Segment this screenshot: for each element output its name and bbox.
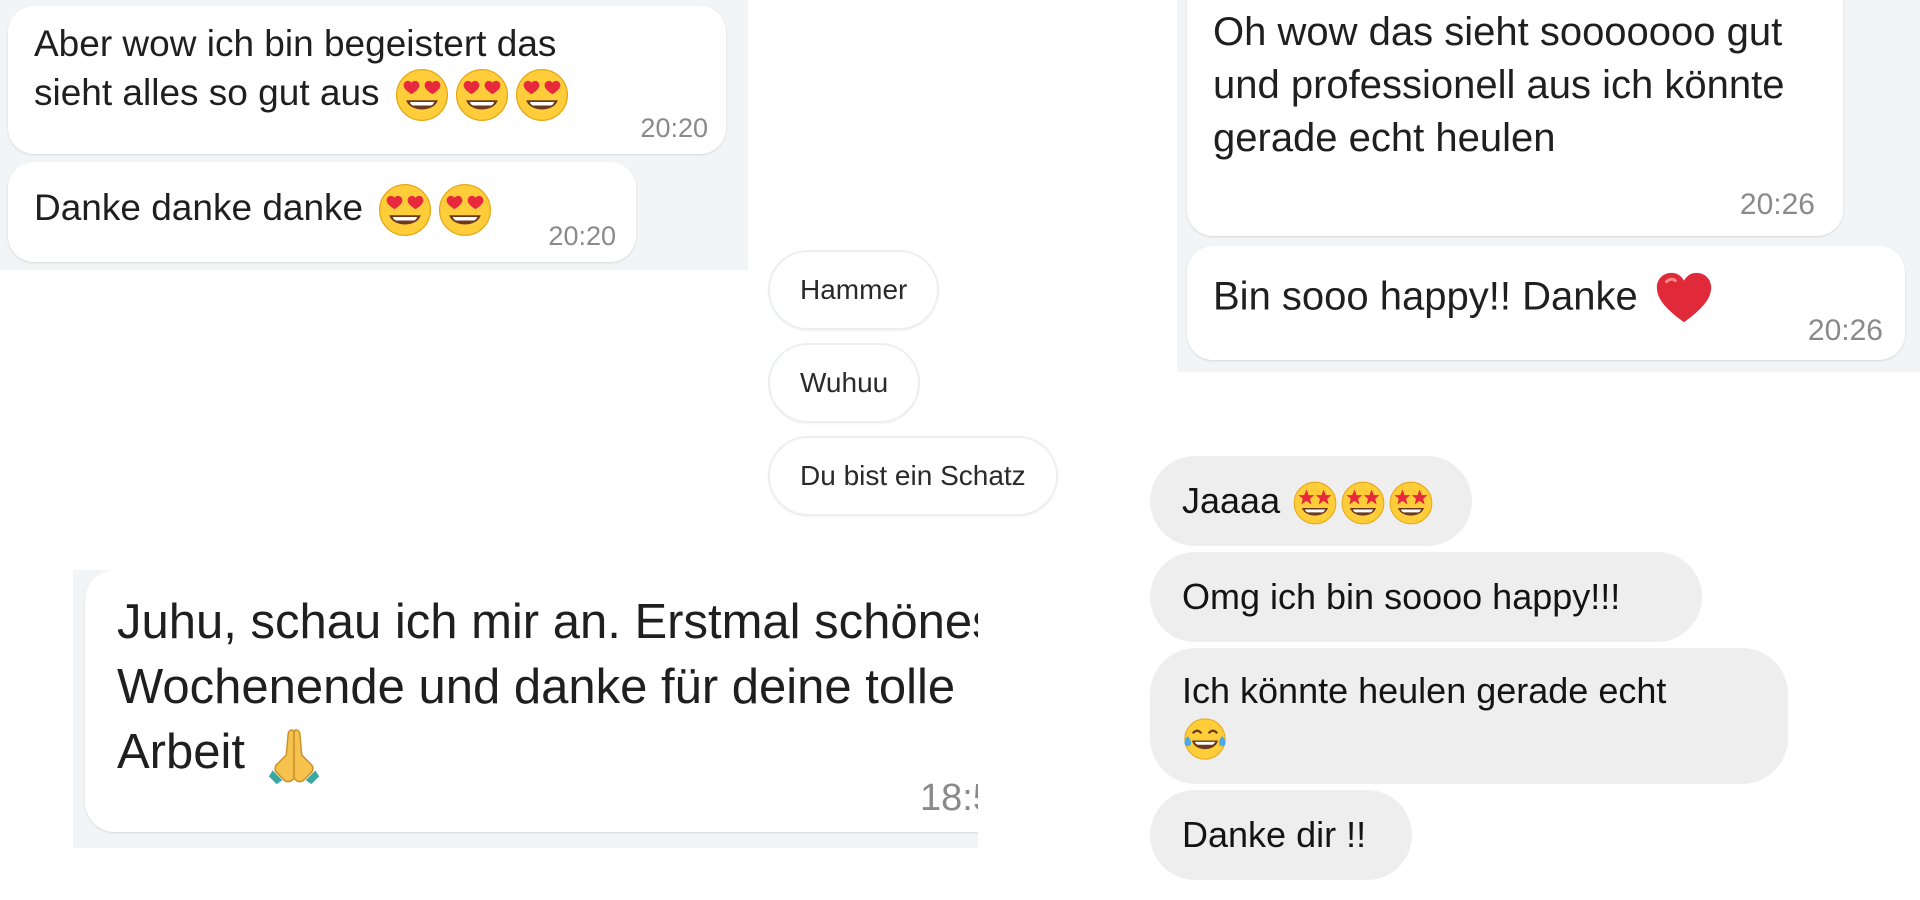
folded-hands-icon xyxy=(263,724,325,786)
quick-reply-du-bist-ein-schatz[interactable]: Du bist ein Schatz xyxy=(768,436,1058,516)
star-struck-icon xyxy=(1292,480,1338,526)
quick-reply-hammer[interactable]: Hammer xyxy=(768,250,940,330)
message-text-with-emoji: Bin sooo happy!! Danke xyxy=(1213,268,1879,330)
message-bubble: Danke danke danke 20:20 xyxy=(8,162,636,262)
message-bubble: Omg ich bin soooo happy!!! xyxy=(1150,552,1702,642)
heart-eyes-icon xyxy=(377,182,433,238)
message-text: Danke dir !! xyxy=(1182,814,1367,855)
heart-eyes-icon xyxy=(394,67,450,123)
message-bubble: Juhu, schau ich mir an. Erstmal schönes … xyxy=(85,570,978,832)
message-text: Omg ich bin soooo happy!!! xyxy=(1182,576,1621,617)
message-text: Oh wow das sieht sooooooo gut und profes… xyxy=(1213,10,1785,160)
chat-panel-top-right: Oh wow das sieht sooooooo gut und profes… xyxy=(1177,0,1920,372)
message-bubble: Aber wow ich bin begeistert das sieht al… xyxy=(8,6,726,154)
heart-eyes-icon xyxy=(454,67,510,123)
message-text: Bin sooo happy!! Danke xyxy=(1213,274,1638,319)
message-timestamp: 20:26 xyxy=(1739,188,1815,221)
chat-panel-bottom-left: Juhu, schau ich mir an. Erstmal schönes … xyxy=(73,570,978,848)
message-text: Juhu, schau ich mir an. Erstmal schönes … xyxy=(117,595,978,780)
message-text-with-emoji: Aber wow ich bin begeistert das sieht al… xyxy=(34,20,606,123)
tears-of-joy-icon xyxy=(1182,716,1228,762)
message-timestamp: 18:5 xyxy=(920,777,978,819)
message-timestamp: 20:26 xyxy=(1807,314,1883,347)
chat-panel-top-left: Aber wow ich bin begeistert das sieht al… xyxy=(0,0,748,270)
message-bubble: Jaaaa xyxy=(1150,456,1472,546)
star-struck-icon xyxy=(1340,480,1386,526)
red-heart-icon xyxy=(1653,268,1715,330)
message-timestamp: 20:20 xyxy=(548,221,616,251)
chat-panel-bottom-right: Jaaaa Omg ich bin soooo happy!!! Ich kön… xyxy=(1140,448,1793,900)
quick-reply-label: Du bist ein Schatz xyxy=(800,460,1026,491)
message-bubble: Bin sooo happy!! Danke 20:26 xyxy=(1187,246,1905,360)
heart-eyes-icon xyxy=(514,67,570,123)
message-timestamp: 20:20 xyxy=(640,113,708,143)
quick-reply-wuhuu[interactable]: Wuhuu xyxy=(768,343,921,423)
quick-reply-label: Hammer xyxy=(800,274,908,305)
quick-reply-label: Wuhuu xyxy=(800,367,889,398)
message-bubble: Ich könnte heulen gerade echt xyxy=(1150,648,1788,784)
heart-eyes-icon xyxy=(437,182,493,238)
star-struck-icon xyxy=(1388,480,1434,526)
message-text: Danke danke danke xyxy=(34,186,364,228)
message-bubble: Danke dir !! xyxy=(1150,790,1412,880)
message-bubble: Oh wow das sieht sooooooo gut und profes… xyxy=(1187,0,1843,236)
message-text: Jaaaa xyxy=(1182,480,1281,521)
message-text: Ich könnte heulen gerade echt xyxy=(1182,670,1667,711)
message-text-with-emoji: Danke danke danke xyxy=(34,182,610,238)
message-text-with-emoji: Juhu, schau ich mir an. Erstmal schönes … xyxy=(117,590,978,786)
